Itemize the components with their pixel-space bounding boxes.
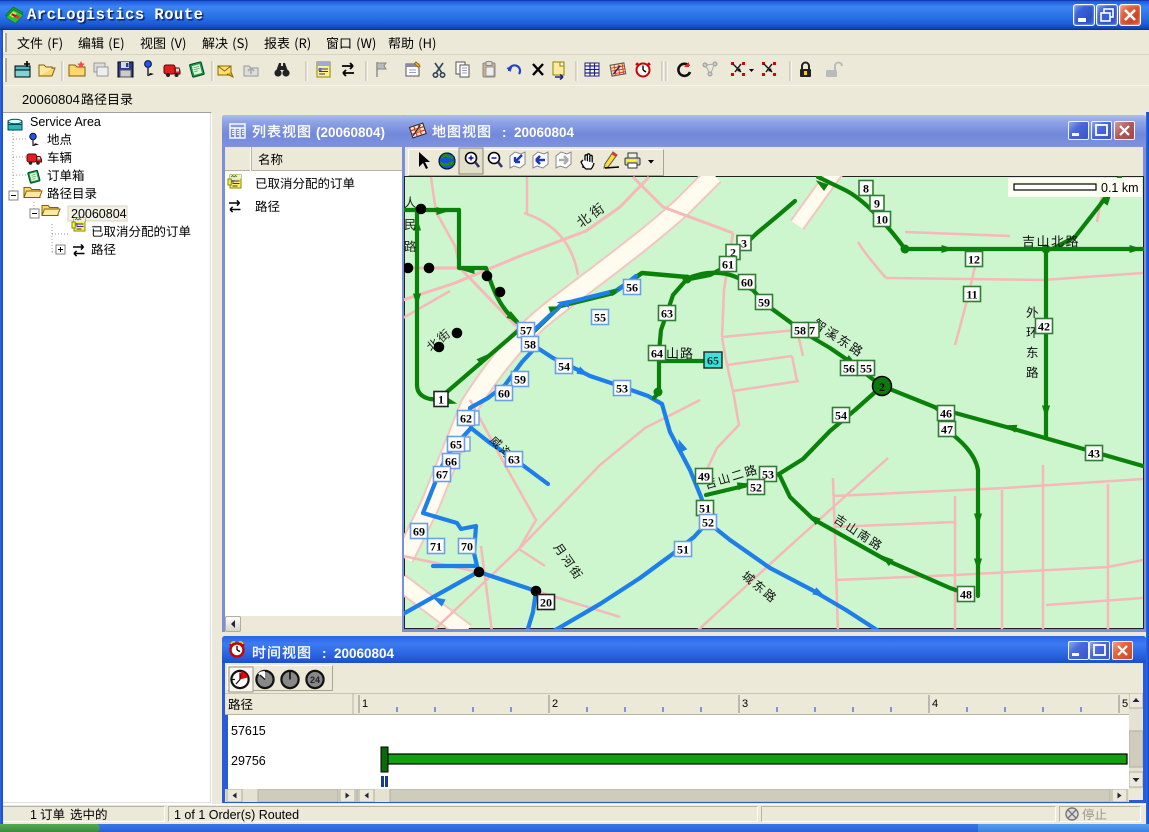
svg-text:65: 65: [450, 437, 462, 451]
svg-text:: 20060804: : 20060804: [322, 646, 395, 661]
svg-text:1 of 1 Order(s) Routed: 1 of 1 Order(s) Routed: [174, 808, 299, 822]
svg-text:52: 52: [750, 480, 762, 494]
svg-text:48: 48: [960, 587, 972, 601]
svg-text:51: 51: [677, 542, 689, 556]
svg-text:67: 67: [436, 467, 448, 481]
svg-text:59: 59: [758, 295, 770, 309]
svg-text:61: 61: [722, 257, 734, 271]
svg-text:46: 46: [940, 406, 952, 420]
svg-text:56: 56: [626, 280, 638, 294]
svg-text:63: 63: [508, 452, 520, 466]
svg-text:: 20060804: : 20060804: [502, 125, 575, 140]
svg-text:57: 57: [520, 323, 532, 337]
svg-text:10: 10: [876, 212, 888, 226]
svg-text:7: 7: [809, 323, 815, 337]
svg-text:62: 62: [460, 411, 472, 425]
svg-text:51: 51: [699, 501, 711, 515]
svg-text:64: 64: [651, 346, 663, 360]
svg-text:(20060804): (20060804): [316, 125, 385, 140]
svg-text:56: 56: [843, 361, 855, 375]
svg-text:11: 11: [966, 287, 977, 301]
svg-text:20060804: 20060804: [22, 92, 80, 107]
svg-text:20: 20: [540, 595, 552, 609]
svg-text:54: 54: [558, 359, 570, 373]
svg-text:69: 69: [413, 524, 425, 538]
svg-text:12: 12: [968, 252, 980, 266]
svg-text:Service Area: Service Area: [30, 115, 101, 129]
svg-text:60: 60: [498, 386, 510, 400]
svg-text:3: 3: [742, 698, 748, 710]
svg-text:58: 58: [794, 323, 806, 337]
svg-text:24: 24: [310, 675, 320, 685]
svg-text:2: 2: [552, 698, 558, 710]
svg-text:4: 4: [932, 698, 938, 710]
svg-text:1: 1: [362, 698, 368, 710]
svg-text:55: 55: [594, 310, 606, 324]
svg-text:49: 49: [698, 469, 710, 483]
svg-text:58: 58: [524, 337, 536, 351]
svg-text:59: 59: [514, 372, 526, 386]
svg-text:3: 3: [741, 236, 747, 250]
svg-text:9: 9: [874, 196, 880, 210]
svg-text:63: 63: [661, 306, 673, 320]
svg-text:1: 1: [30, 808, 37, 822]
svg-text:70: 70: [461, 539, 473, 553]
svg-text:52: 52: [702, 515, 714, 529]
svg-text:60: 60: [741, 275, 753, 289]
svg-text:8: 8: [863, 181, 869, 195]
svg-text:71: 71: [430, 539, 442, 553]
svg-text:0.1 km: 0.1 km: [1101, 181, 1139, 195]
svg-text:65: 65: [707, 354, 719, 368]
svg-text:1: 1: [438, 392, 444, 406]
svg-text:5: 5: [1122, 698, 1128, 710]
svg-text:55: 55: [860, 361, 872, 375]
svg-text:54: 54: [835, 408, 847, 422]
svg-text:42: 42: [1038, 319, 1050, 333]
svg-text:2: 2: [879, 382, 885, 394]
svg-text:47: 47: [941, 422, 953, 436]
svg-text:43: 43: [1088, 446, 1100, 460]
svg-text:53: 53: [616, 381, 628, 395]
